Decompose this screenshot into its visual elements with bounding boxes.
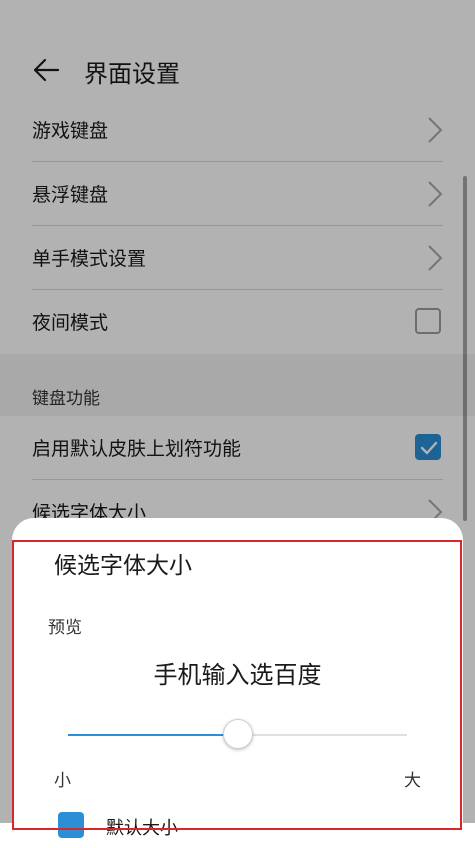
preview-label: 预览	[48, 618, 82, 638]
option-label: 默认大小	[106, 818, 178, 839]
font-size-dialog: 候选字体大小 预览 手机输入选百度 小 大 默认大小	[12, 518, 463, 848]
font-size-slider[interactable]	[68, 719, 407, 749]
slider-thumb[interactable]	[222, 719, 253, 749]
slider-fill	[68, 734, 238, 736]
slider-min-label: 小	[54, 771, 71, 791]
screen: 中国联通 4G 100% 07:13 界面设置 游戏键盘 悬浮键盘 单手模式设置…	[0, 0, 475, 848]
default-size-checkbox[interactable]	[58, 812, 84, 838]
scrollbar[interactable]	[463, 176, 467, 521]
dialog-title: 候选字体大小	[54, 553, 192, 579]
preview-text: 手机输入选百度	[153, 661, 322, 689]
slider-max-label: 大	[404, 771, 421, 791]
